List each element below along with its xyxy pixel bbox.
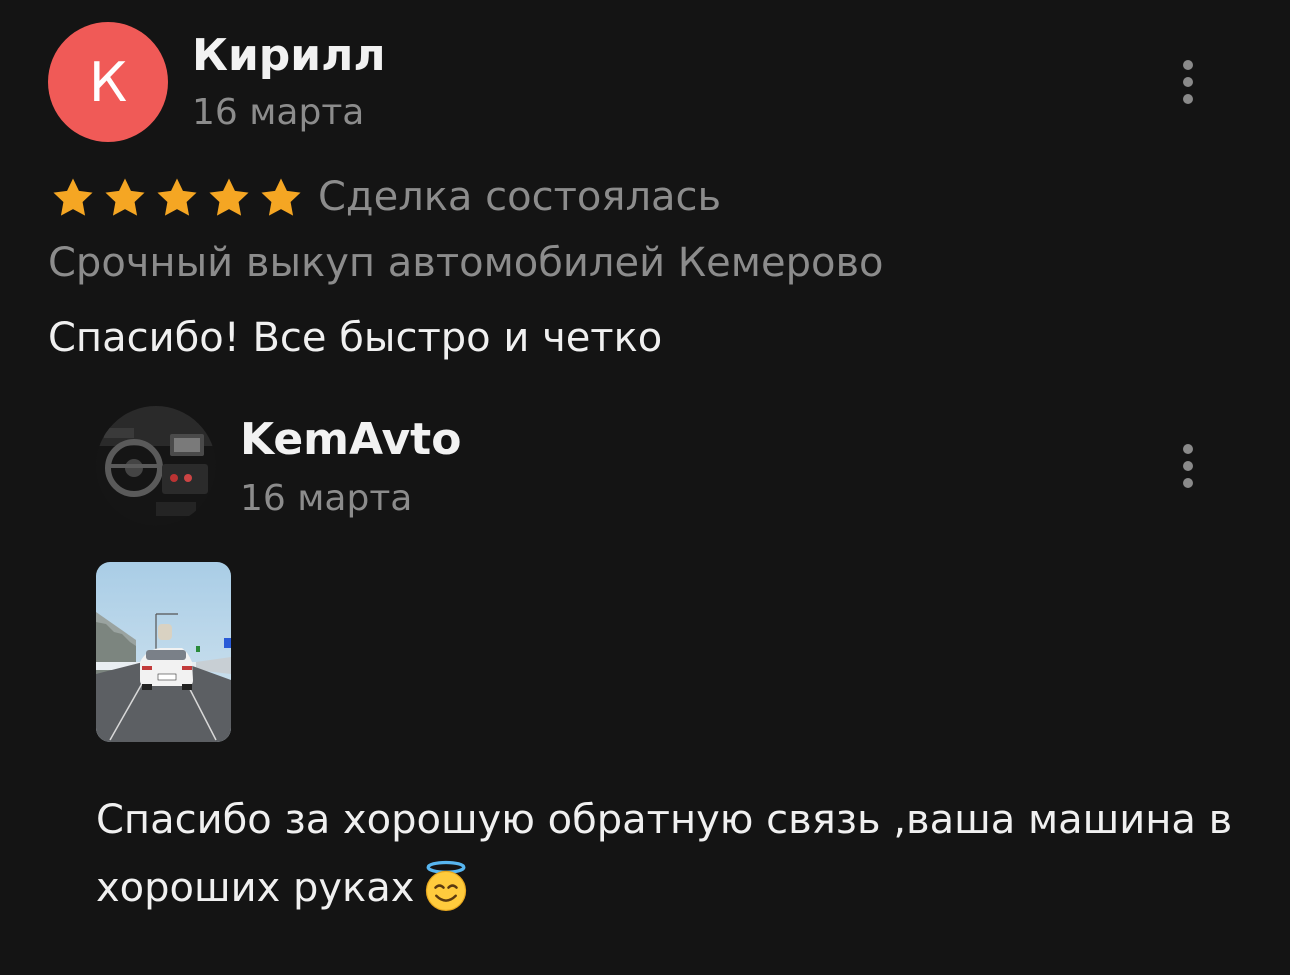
star-icon [261,178,301,216]
more-vertical-icon [1183,444,1193,454]
car-on-road-photo [96,562,231,742]
review-menu-button[interactable] [1168,54,1208,110]
star-icon [209,178,249,216]
rating-stars [50,175,304,221]
reply-photo-attachment[interactable] [96,562,231,742]
star-icon [53,178,93,216]
more-vertical-icon [1183,60,1193,70]
smiling-face-with-halo-icon [426,860,467,911]
reviews-page: К Кирилл 16 марта Сделка состоялась Сроч… [0,0,1290,975]
reply-menu-button[interactable] [1168,438,1208,494]
deal-status: Сделка состоялась [318,174,722,220]
author-avatar[interactable]: К [48,22,168,142]
company-name[interactable]: Срочный выкуп автомобилей Кемерово [48,240,884,286]
review-author-name[interactable]: Кирилл [192,30,386,81]
reply-author-name[interactable]: KemAvto [240,414,461,465]
review-text: Спасибо! Все быстро и четко [48,315,663,361]
review-date: 16 марта [192,92,365,133]
reply-date: 16 марта [240,478,413,519]
shop-avatar[interactable] [96,406,216,526]
reply-text-block: Спасибо за хорошую обратную связь ,ваша … [96,786,1256,922]
car-interior-image [96,406,216,526]
reply-text: Спасибо за хорошую обратную связь ,ваша … [96,797,1233,911]
star-icon [105,178,145,216]
star-icon [157,178,197,216]
